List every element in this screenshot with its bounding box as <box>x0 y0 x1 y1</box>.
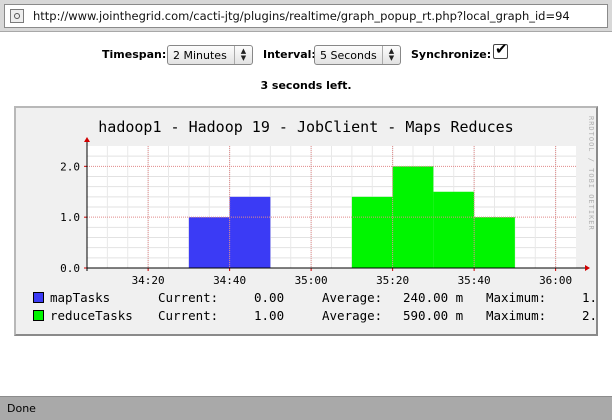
select-arrows-icon: ▲ ▼ <box>382 46 400 64</box>
realtime-controls: Timespan: 2 Minutes ▲ ▼ Interval: 5 Secon… <box>0 40 612 66</box>
y-tick-label: 2.0 <box>60 160 80 173</box>
legend-series-name: reduceTasks <box>50 308 133 323</box>
x-tick-label: 34:20 <box>132 274 165 287</box>
legend-current-value: 0.00 <box>254 290 285 305</box>
timespan-value: 2 Minutes <box>173 49 227 62</box>
interval-label: Interval: <box>263 48 316 61</box>
area-step-reduceTasks <box>433 191 475 268</box>
legend-average-label: Average: <box>322 308 383 323</box>
legend-average-value: 240.00 m <box>403 290 464 305</box>
y-tick-label: 1.0 <box>60 211 80 224</box>
x-tick-label: 34:40 <box>213 274 246 287</box>
url-text[interactable]: http://www.jointhegrid.com/cacti-jtg/plu… <box>33 9 570 23</box>
y-axis-arrow-icon <box>84 137 90 142</box>
area-step-reduceTasks <box>474 217 515 268</box>
x-tick-label: 35:00 <box>295 274 328 287</box>
area-step-mapTasks <box>229 196 271 268</box>
status-text: Done <box>7 402 36 415</box>
legend-average-value: 590.00 m <box>403 308 464 323</box>
legend-current-value: 1.00 <box>254 308 285 323</box>
legend-current-label: Current: <box>158 290 219 305</box>
synchronize-label: Synchronize: <box>411 48 492 61</box>
timespan-label: Timespan: <box>102 48 167 61</box>
address-bar: http://www.jointhegrid.com/cacti-jtg/plu… <box>0 0 612 32</box>
realtime-graph: hadoop1 - Hadoop 19 - JobClient - Maps R… <box>14 106 598 336</box>
area-step-reduceTasks <box>351 196 393 268</box>
area-step-mapTasks <box>188 217 230 268</box>
site-identity-icon[interactable] <box>10 9 24 23</box>
countdown-text: 3 seconds left. <box>260 79 352 92</box>
legend-maximum-label: Maximum: <box>486 308 547 323</box>
interval-value: 5 Seconds <box>320 49 377 62</box>
legend-maximum-label: Maximum: <box>486 290 547 305</box>
legend-maximum-value: 2.00 <box>582 308 598 323</box>
timespan-select[interactable]: 2 Minutes ▲ ▼ <box>167 45 253 65</box>
status-bar: Done <box>0 396 612 420</box>
checkmark-icon: ✔ <box>495 40 508 58</box>
legend-swatch-reducetasks <box>33 310 44 321</box>
x-tick-label: 36:00 <box>539 274 572 287</box>
url-field[interactable]: http://www.jointhegrid.com/cacti-jtg/plu… <box>4 4 608 28</box>
legend-series-name: mapTasks <box>50 290 111 305</box>
interval-select[interactable]: 5 Seconds ▲ ▼ <box>314 45 401 65</box>
legend-swatch-maptasks <box>33 292 44 303</box>
x-tick-label: 35:20 <box>376 274 409 287</box>
select-arrows-icon: ▲ ▼ <box>234 46 252 64</box>
y-tick-label: 0.0 <box>60 262 80 275</box>
legend-current-label: Current: <box>158 308 219 323</box>
legend-maximum-value: 1.40 <box>582 290 598 305</box>
x-tick-label: 35:40 <box>458 274 491 287</box>
x-axis-arrow-icon <box>585 265 590 271</box>
legend-average-label: Average: <box>322 290 383 305</box>
synchronize-checkbox[interactable]: ✔ <box>493 40 508 59</box>
